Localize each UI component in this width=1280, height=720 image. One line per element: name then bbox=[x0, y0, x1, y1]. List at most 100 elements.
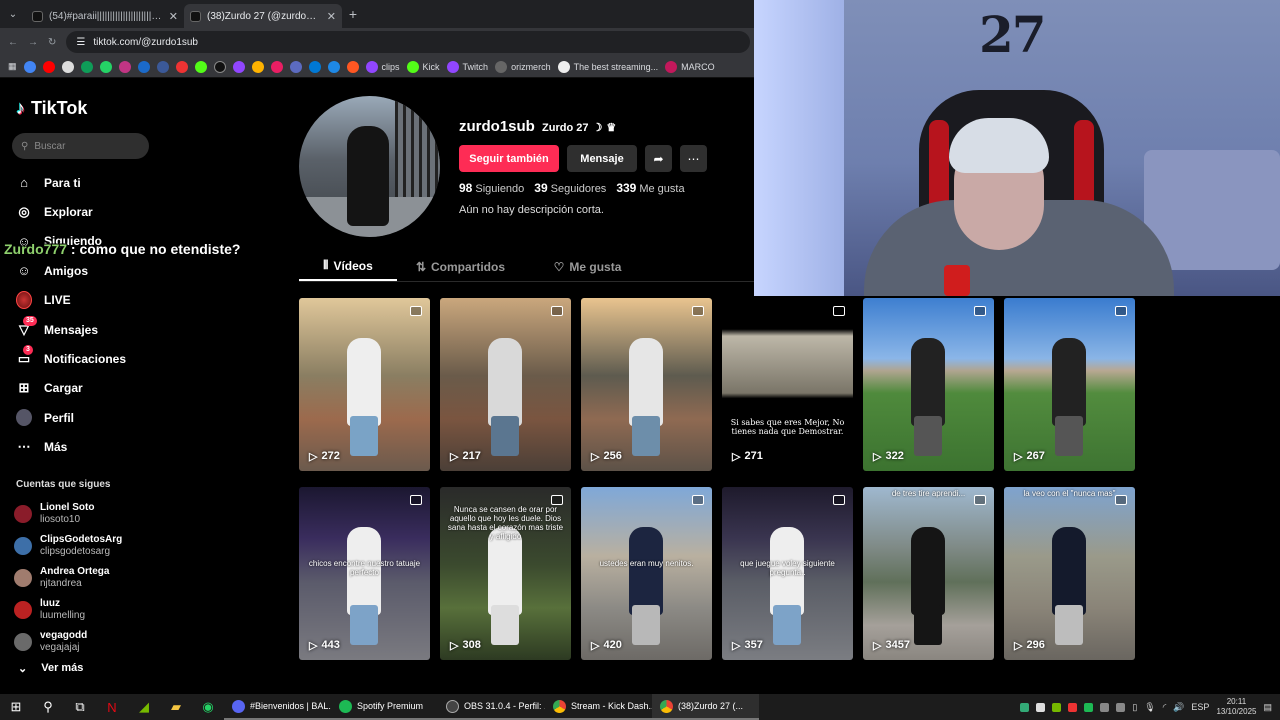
tray-app-icon[interactable] bbox=[1052, 702, 1062, 712]
url-field[interactable]: ☰ tiktok.com/@zurdo1sub bbox=[66, 31, 750, 53]
bookmark-streaming[interactable]: The best streaming... bbox=[557, 60, 658, 73]
start-windows-icon[interactable]: ⊞ bbox=[0, 694, 32, 720]
kick-bookmark-icon[interactable] bbox=[194, 60, 207, 73]
new-tab-button[interactable]: + bbox=[342, 6, 364, 22]
sidebar-item-mensajes[interactable]: ▽ 35 Mensajes bbox=[16, 315, 216, 344]
tray-app-icon[interactable] bbox=[1100, 702, 1110, 712]
sidebar-item-live[interactable]: LIVE bbox=[16, 286, 216, 315]
tab-compartidos[interactable]: ⇅ Compartidos bbox=[397, 252, 524, 281]
following-account[interactable]: vegagodd vegajajaj bbox=[14, 626, 154, 658]
notifications-icon[interactable]: ▤ bbox=[1263, 702, 1272, 713]
bookmark-icon[interactable] bbox=[270, 60, 283, 73]
video-thumbnail[interactable]: chicos encontre nuestro tatuaje perfecto… bbox=[299, 487, 430, 660]
facebook-bookmark-icon[interactable] bbox=[156, 60, 169, 73]
video-thumbnail[interactable]: ustedes eran muy nenitos. ▷ 420 bbox=[581, 487, 712, 660]
tab-search-icon[interactable]: ⌄ bbox=[0, 9, 26, 20]
video-thumbnail[interactable]: ▷ 256 bbox=[581, 298, 712, 471]
language-indicator[interactable]: ESP bbox=[1191, 702, 1209, 712]
sidebar-item-mas[interactable]: ⋯ Más bbox=[16, 433, 216, 462]
following-account[interactable]: luuz luumelling bbox=[14, 594, 154, 626]
taskbar-app-discord[interactable]: #Bienvenidos | BAL... bbox=[224, 694, 331, 720]
microphone-icon[interactable]: 🎙 bbox=[1144, 702, 1155, 713]
video-thumbnail[interactable]: ▷ 267 bbox=[1004, 298, 1135, 471]
video-thumbnail[interactable]: ▷ 217 bbox=[440, 298, 571, 471]
tiktok-logo[interactable]: ♪ TikTok bbox=[16, 98, 87, 119]
battery-icon[interactable]: ▯ bbox=[1132, 702, 1137, 713]
following-account[interactable]: Lionel Soto liosoto10 bbox=[14, 498, 154, 530]
whatsapp-icon[interactable]: ◉ bbox=[192, 694, 224, 720]
bookmark-orizmerch[interactable]: orizmerch bbox=[495, 60, 551, 73]
bookmark-icon[interactable] bbox=[175, 60, 188, 73]
volume-icon[interactable]: 🔊 bbox=[1173, 702, 1184, 713]
bookmark-clips[interactable]: clips bbox=[365, 60, 400, 73]
video-thumbnail[interactable]: ▷ 322 bbox=[863, 298, 994, 471]
close-tab-icon[interactable]: ✕ bbox=[327, 10, 336, 23]
youtube-bookmark-icon[interactable] bbox=[42, 60, 55, 73]
sidebar-item-para-ti[interactable]: ⌂ Para ti bbox=[16, 168, 216, 197]
bookmark-icon[interactable] bbox=[289, 60, 302, 73]
whatsapp-bookmark-icon[interactable] bbox=[99, 60, 112, 73]
twitch-bookmark-icon[interactable] bbox=[232, 60, 245, 73]
video-thumbnail[interactable]: Nunca se cansen de orar por aquello que … bbox=[440, 487, 571, 660]
video-thumbnail[interactable]: ▷ 272 bbox=[299, 298, 430, 471]
close-tab-icon[interactable]: ✕ bbox=[169, 10, 178, 23]
following-account[interactable]: ClipsGodetosArg clipsgodetosarg bbox=[14, 530, 154, 562]
follow-button[interactable]: Seguir también bbox=[459, 145, 559, 172]
bookmark-icon[interactable] bbox=[137, 60, 150, 73]
file-explorer-icon[interactable]: ▰ bbox=[160, 694, 192, 720]
video-thumbnail[interactable]: la veo con el "nunca mas" ▷ 296 bbox=[1004, 487, 1135, 660]
taskbar-app-chrome-kick[interactable]: Stream - Kick Dash... bbox=[545, 694, 652, 720]
share-icon[interactable]: ➦ bbox=[645, 145, 672, 172]
tab-me-gusta[interactable]: ♡ Me gusta bbox=[524, 252, 651, 281]
outlook-bookmark-icon[interactable] bbox=[308, 60, 321, 73]
instagram-bookmark-icon[interactable] bbox=[118, 60, 131, 73]
following-count[interactable]: 98 Siguiendo bbox=[459, 181, 524, 195]
taskbar-app-spotify[interactable]: Spotify Premium bbox=[331, 694, 438, 720]
bookmark-kick[interactable]: Kick bbox=[406, 60, 440, 73]
site-info-icon[interactable]: ☰ bbox=[76, 37, 85, 48]
bookmark-icon[interactable] bbox=[346, 60, 359, 73]
browser-tab[interactable]: (54)#paraii|||||||||||||||||||||||||||||… bbox=[26, 4, 184, 28]
browser-tab-active[interactable]: (38)Zurdo 27 (@zurdo1sub ✕ bbox=[184, 4, 342, 28]
bookmark-icon[interactable] bbox=[80, 60, 93, 73]
sidebar-item-amigos[interactable]: ☺ Amigos bbox=[16, 256, 216, 285]
video-thumbnail[interactable]: Si sabes que eres Mejor, No tienes nada … bbox=[722, 298, 853, 471]
bookmark-twitch[interactable]: Twitch bbox=[446, 60, 488, 73]
video-thumbnail[interactable]: que juegue voley siguiente pregunta.. ▷ 35… bbox=[722, 487, 853, 660]
ver-mas-button[interactable]: ⌄ Ver más bbox=[18, 662, 83, 675]
apps-grid-icon[interactable]: ▦ bbox=[8, 61, 17, 72]
bookmark-icon[interactable] bbox=[61, 60, 74, 73]
tiktok-bookmark-icon[interactable] bbox=[213, 60, 226, 73]
taskbar-app-obs[interactable]: OBS 31.0.4 - Perfil: ... bbox=[438, 694, 545, 720]
more-options-icon[interactable]: ⋯ bbox=[680, 145, 707, 172]
video-thumbnail[interactable]: de tres tire aprendi... ▷ 3457 bbox=[863, 487, 994, 660]
tray-app-icon[interactable] bbox=[1020, 702, 1030, 712]
search-icon[interactable]: ⚲ bbox=[32, 694, 64, 720]
bookmark-marco[interactable]: MARCO bbox=[665, 60, 715, 73]
bookmark-icon[interactable] bbox=[251, 60, 264, 73]
tray-app-icon[interactable] bbox=[1068, 702, 1078, 712]
message-button[interactable]: Mensaje bbox=[567, 145, 637, 172]
reload-icon[interactable]: ↻ bbox=[48, 37, 56, 48]
bookmark-icon[interactable] bbox=[327, 60, 340, 73]
nvidia-icon[interactable]: ◢ bbox=[128, 694, 160, 720]
search-input[interactable]: ⚲ Buscar bbox=[12, 133, 149, 159]
sidebar-item-explorar[interactable]: ◎ Explorar bbox=[16, 197, 216, 226]
tray-app-icon[interactable] bbox=[1036, 702, 1046, 712]
profile-avatar[interactable] bbox=[299, 96, 440, 237]
following-account[interactable]: Andrea Ortega njtandrea bbox=[14, 562, 154, 594]
netflix-icon[interactable]: N bbox=[96, 694, 128, 720]
sidebar-item-notificaciones[interactable]: ▭ 3 Notificaciones bbox=[16, 344, 216, 373]
tab-videos[interactable]: ⦀ Vídeos bbox=[299, 252, 397, 281]
tray-app-icon[interactable] bbox=[1084, 702, 1094, 712]
clock[interactable]: 20:11 13/10/2025 bbox=[1216, 697, 1256, 717]
tray-app-icon[interactable] bbox=[1116, 702, 1126, 712]
back-icon[interactable]: ← bbox=[8, 37, 18, 48]
followers-count[interactable]: 39 Seguidores bbox=[534, 181, 606, 195]
task-view-icon[interactable]: ⧉ bbox=[64, 694, 96, 720]
google-bookmark-icon[interactable] bbox=[23, 60, 36, 73]
taskbar-app-chrome-tiktok[interactable]: (38)Zurdo 27 (... bbox=[652, 694, 759, 720]
sidebar-item-cargar[interactable]: ⊞ Cargar bbox=[16, 374, 216, 403]
sidebar-item-perfil[interactable]: Perfil bbox=[16, 403, 216, 432]
forward-icon[interactable]: → bbox=[28, 37, 38, 48]
